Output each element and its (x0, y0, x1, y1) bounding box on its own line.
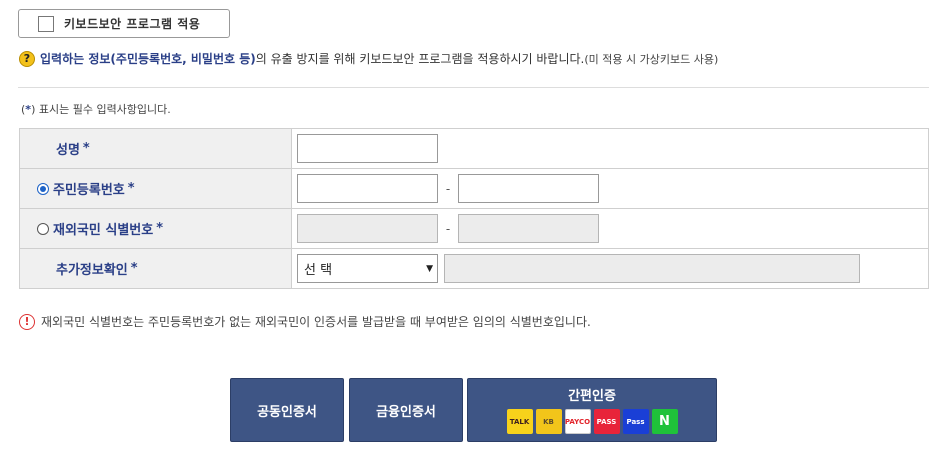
name-row: 성명 * (19, 128, 929, 169)
extra-info-select-value: 선 택 (304, 263, 333, 278)
security-notice: ? 입력하는 정보(주민등록번호, 비밀번호 등) 의 유출 방지를 위해 키보… (19, 50, 718, 67)
required-star-icon: * (156, 221, 164, 236)
kb-icon[interactable]: KB (535, 409, 562, 434)
keyboard-security-label: 키보드보안 프로그램 적용 (64, 17, 201, 31)
resident-number-front-input[interactable] (297, 174, 438, 203)
pass-red-icon[interactable]: PASS (593, 409, 620, 434)
resident-radio[interactable] (37, 182, 49, 195)
required-star-icon: * (130, 261, 138, 276)
extra-info-label: 추가정보확인 (56, 263, 128, 278)
notice-emphasis: 입력하는 정보(주민등록번호, 비밀번호 등) (40, 52, 256, 66)
resident-number-back-input[interactable] (458, 174, 599, 203)
kakao-talk-icon[interactable]: TALK (506, 409, 533, 434)
foreigner-notice-text: 재외국민 식별번호는 주민등록번호가 없는 재외국민이 인증서를 발급받을 때 … (41, 315, 591, 329)
foreigner-notice: ! 재외국민 식별번호는 주민등록번호가 없는 재외국민이 인증서를 발급받을 … (19, 313, 591, 330)
warning-icon: ! (19, 313, 35, 330)
dash-separator: - (445, 181, 451, 196)
foreigner-number-front-input[interactable] (297, 214, 438, 243)
required-note-text: ) 표시는 필수 입력사항입니다. (31, 103, 171, 116)
foreigner-radio[interactable] (37, 222, 49, 235)
notice-text: 의 유출 방지를 위해 키보드보안 프로그램을 적용하시기 바랍니다. (255, 52, 585, 66)
keyboard-security-checkbox[interactable] (38, 15, 54, 32)
notice-small: (미 적용 시 가상키보드 사용) (584, 52, 719, 66)
payco-icon[interactable]: PAYCO (564, 409, 591, 434)
keyboard-security-toggle[interactable]: 키보드보안 프로그램 적용 (18, 9, 230, 38)
joint-certificate-button[interactable]: 공동인증서 (230, 378, 344, 442)
required-star-icon: * (127, 181, 135, 196)
simple-auth-button[interactable]: 간편인증 TALK KB PAYCO PASS Pass N (467, 378, 717, 442)
extra-info-input[interactable] (444, 254, 860, 283)
financial-certificate-label: 금융인증서 (376, 404, 436, 420)
foreigner-label: 재외국민 식별번호 (53, 223, 154, 238)
samsung-pass-icon[interactable]: Pass (622, 409, 649, 434)
extra-info-select[interactable]: 선 택 ▼ (297, 254, 438, 283)
simple-auth-logos: TALK KB PAYCO PASS Pass N (506, 409, 678, 434)
resident-row: 주민등록번호 * - (19, 168, 929, 209)
question-icon: ? (19, 50, 35, 67)
joint-certificate-label: 공동인증서 (257, 404, 317, 420)
dash-separator: - (445, 221, 451, 236)
foreigner-row: 재외국민 식별번호 * - (19, 208, 929, 249)
required-star-icon: * (82, 141, 90, 156)
required-note: (*) 표시는 필수 입력사항입니다. (21, 101, 171, 117)
resident-label: 주민등록번호 (53, 183, 125, 198)
identity-form: 성명 * 주민등록번호 * - 재외국민 식별번호 * - 추가정보확인 * 선… (19, 128, 929, 289)
simple-auth-label: 간편인증 (568, 389, 616, 404)
extra-info-row: 추가정보확인 * 선 택 ▼ (19, 248, 929, 289)
chevron-down-icon: ▼ (426, 263, 433, 274)
name-label: 성명 (56, 143, 80, 158)
foreigner-number-back-input[interactable] (458, 214, 599, 243)
naver-icon[interactable]: N (651, 409, 678, 434)
financial-certificate-button[interactable]: 금융인증서 (349, 378, 463, 442)
name-input[interactable] (297, 134, 438, 163)
divider (18, 87, 929, 88)
